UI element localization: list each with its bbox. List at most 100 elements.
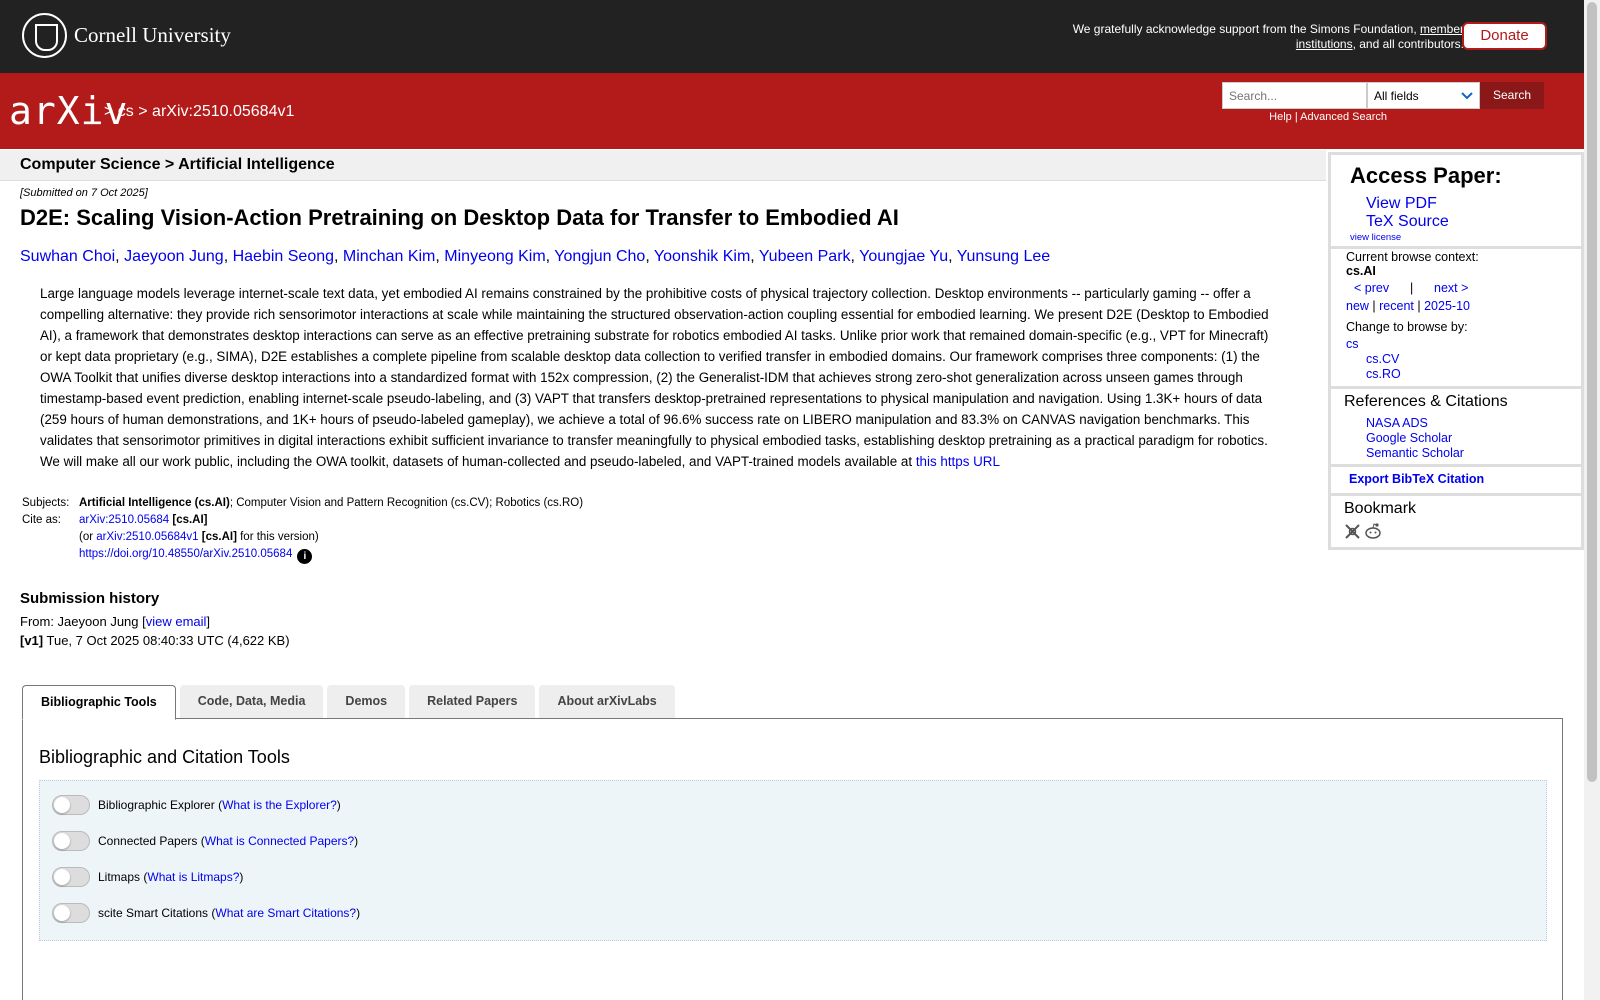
prev-next: < prev | next >: [1354, 281, 1469, 295]
access-paper-box: Access Paper: View PDF TeX Source view l…: [1328, 152, 1584, 249]
tab-panel: Bibliographic and Citation Tools Bibliog…: [22, 718, 1563, 1000]
tool-connected-papers: Connected Papers (What is Connected Pape…: [52, 831, 358, 851]
tools-box: Bibliographic Explorer (What is the Expl…: [39, 780, 1547, 941]
browse-lists: new | recent | 2025-10: [1346, 299, 1470, 313]
search-field-select[interactable]: All fields: [1367, 82, 1480, 109]
recent-link[interactable]: recent: [1379, 299, 1414, 313]
browse-context-value: cs.AI: [1346, 264, 1376, 278]
bookmark-box: Bookmark: [1328, 496, 1584, 550]
tex-source-link[interactable]: TeX Source: [1366, 213, 1449, 231]
submission-history-title: Submission history: [20, 590, 160, 607]
export-bibtex-link[interactable]: Export BibTeX Citation: [1349, 472, 1484, 486]
toggle-switch[interactable]: [52, 795, 90, 815]
access-paper-title: Access Paper:: [1350, 163, 1502, 188]
cite-id-link[interactable]: arXiv:2510.05684: [79, 514, 169, 526]
search-button[interactable]: Search: [1480, 82, 1544, 109]
view-email-link[interactable]: view email: [146, 614, 207, 629]
advanced-search-link[interactable]: Advanced Search: [1300, 111, 1387, 123]
author-link[interactable]: Yoonshik Kim: [654, 248, 750, 265]
donate-button[interactable]: Donate: [1462, 22, 1547, 50]
month-link[interactable]: 2025-10: [1424, 299, 1470, 313]
semantic-scholar-link[interactable]: Semantic Scholar: [1366, 446, 1464, 460]
metadata-table: Subjects: Artificial Intelligence (cs.AI…: [22, 497, 584, 564]
view-pdf-link[interactable]: View PDF: [1366, 195, 1437, 213]
crumb-paper-id: arXiv:2510.05684v1: [152, 103, 295, 120]
tool-info-link[interactable]: What is Connected Papers?: [205, 834, 354, 848]
submission-v1: [v1] Tue, 7 Oct 2025 08:40:33 UTC (4,622…: [20, 633, 290, 648]
google-scholar-link[interactable]: Google Scholar: [1366, 431, 1452, 445]
tab-demos[interactable]: Demos: [327, 685, 406, 718]
tab-about-arxivlabs[interactable]: About arXivLabs: [539, 685, 675, 718]
crumb-cs-link[interactable]: cs: [118, 103, 134, 120]
browse-context-box: Current browse context: cs.AI < prev | n…: [1328, 249, 1584, 389]
bibsonomy-icon[interactable]: [1344, 523, 1361, 540]
browse-cs-link[interactable]: cs: [1346, 337, 1359, 351]
labs-tabs: Bibliographic Tools Code, Data, Media De…: [22, 685, 679, 720]
author-link[interactable]: Yongjun Cho: [554, 248, 645, 265]
references-box: References & Citations NASA ADS Google S…: [1328, 389, 1584, 467]
tab-bibliographic-tools[interactable]: Bibliographic Tools: [22, 685, 176, 720]
tab-related-papers[interactable]: Related Papers: [409, 685, 536, 718]
author-link[interactable]: Yubeen Park: [759, 248, 851, 265]
arxiv-header: arXiv > cs > arXiv:2510.05684v1 All fiel…: [0, 73, 1584, 149]
breadcrumb: > cs > arXiv:2510.05684v1: [104, 103, 295, 120]
author-link[interactable]: Minchan Kim: [343, 248, 435, 265]
toggle-switch[interactable]: [52, 867, 90, 887]
info-icon[interactable]: i: [297, 549, 313, 564]
cornell-banner: Cornell University We gratefully acknowl…: [0, 0, 1584, 73]
bookmark-title: Bookmark: [1344, 500, 1417, 517]
tool-info-link[interactable]: What are Smart Citations?: [215, 906, 356, 920]
submission-from: From: Jaeyoon Jung [view email]: [20, 614, 211, 629]
tool-scite: scite Smart Citations (What are Smart Ci…: [52, 903, 360, 923]
cite-label: Cite as:: [22, 514, 61, 526]
author-link[interactable]: Minyeong Kim: [444, 248, 545, 265]
cite-v1-link[interactable]: arXiv:2510.05684v1: [96, 531, 198, 543]
subject-header: Computer Science > Artificial Intelligen…: [0, 150, 1326, 181]
acknowledgement: We gratefully acknowledge support from t…: [1072, 22, 1464, 51]
primary-subject: Artificial Intelligence (cs.AI): [79, 497, 230, 509]
toggle-switch[interactable]: [52, 903, 90, 923]
bibtex-box: Export BibTeX Citation: [1328, 467, 1584, 496]
page-scrollbar[interactable]: [1584, 0, 1600, 1000]
author-link[interactable]: Youngjae Yu: [859, 248, 948, 265]
browse-cv-link[interactable]: cs.CV: [1366, 352, 1399, 366]
cornell-logo[interactable]: Cornell University: [22, 13, 231, 58]
help-link[interactable]: Help: [1269, 111, 1292, 123]
browse-ro-link[interactable]: cs.RO: [1366, 367, 1401, 381]
tab-code-data-media[interactable]: Code, Data, Media: [179, 685, 324, 718]
submitted-date: [Submitted on 7 Oct 2025]: [20, 187, 148, 199]
scrollbar-thumb[interactable]: [1587, 2, 1597, 782]
abstract: Large language models leverage internet-…: [40, 286, 1269, 469]
author-link[interactable]: Jaeyoon Jung: [124, 248, 224, 265]
new-link[interactable]: new: [1346, 299, 1369, 313]
tools-title: Bibliographic and Citation Tools: [39, 747, 290, 767]
search-form: All fields Search: [1222, 82, 1544, 109]
tool-info-link[interactable]: What is the Explorer?: [222, 798, 337, 812]
subjects-label: Subjects:: [22, 497, 70, 509]
help-links: Help | Advanced Search: [1269, 111, 1387, 123]
reddit-icon[interactable]: [1364, 522, 1382, 540]
doi-link[interactable]: https://doi.org/10.48550/arXiv.2510.0568…: [79, 548, 292, 560]
view-license-link[interactable]: view license: [1350, 232, 1401, 243]
change-browse-label: Change to browse by:: [1346, 320, 1468, 334]
toggle-switch[interactable]: [52, 831, 90, 851]
tool-litmaps: Litmaps (What is Litmaps?): [52, 867, 243, 887]
author-link[interactable]: Suwhan Choi: [20, 248, 115, 265]
browse-context-label: Current browse context:: [1346, 250, 1479, 264]
author-list: Suwhan Choi, Jaeyoon Jung, Haebin Seong,…: [20, 248, 1051, 265]
references-title: References & Citations: [1344, 393, 1508, 410]
author-link[interactable]: Yunsung Lee: [957, 248, 1050, 265]
next-link[interactable]: next >: [1434, 281, 1468, 295]
author-link[interactable]: Haebin Seong: [233, 248, 334, 265]
other-subjects: ; Computer Vision and Pattern Recognitio…: [229, 497, 584, 509]
tool-bibliographic-explorer: Bibliographic Explorer (What is the Expl…: [52, 795, 341, 815]
search-input[interactable]: [1222, 82, 1367, 109]
chevron-down-icon: [1461, 91, 1473, 99]
tool-info-link[interactable]: What is Litmaps?: [147, 870, 239, 884]
abstract-url-link[interactable]: this https URL: [916, 454, 1000, 469]
paper-title: D2E: Scaling Vision-Action Pretraining o…: [20, 205, 899, 230]
cornell-name: Cornell University: [74, 23, 231, 47]
cornell-seal-icon: [22, 13, 67, 58]
prev-link[interactable]: < prev: [1354, 281, 1389, 295]
nasa-ads-link[interactable]: NASA ADS: [1366, 416, 1428, 430]
